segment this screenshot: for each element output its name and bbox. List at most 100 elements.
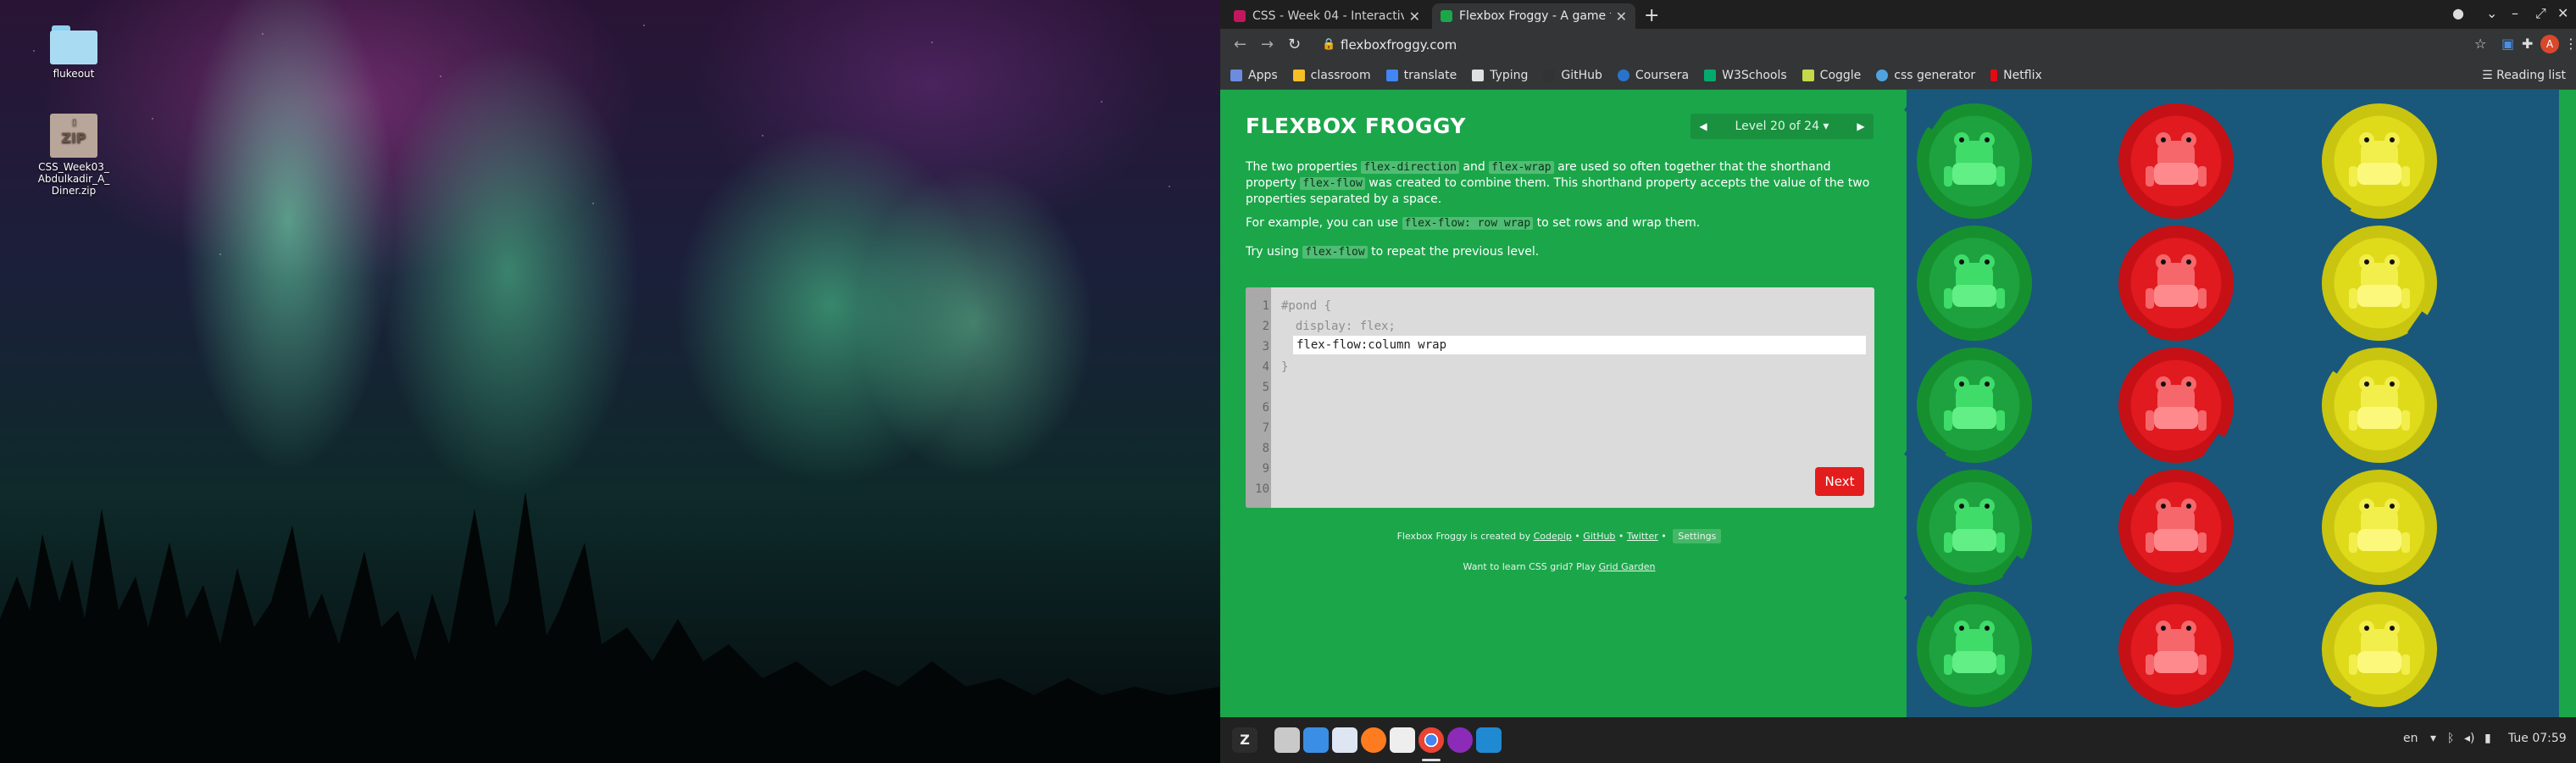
bookmark-coggle[interactable]: Coggle [1802, 69, 1861, 82]
desktop-icon-label: CSS_Week03_Abdulkadir_A_Diner.zip [37, 161, 110, 197]
tab-search-icon[interactable]: ⌄ [2486, 5, 2497, 21]
w3schools-icon [1704, 69, 1717, 81]
extensions-icon[interactable]: ✚ [2522, 36, 2533, 52]
bookmark-apps[interactable]: Apps [1230, 69, 1278, 82]
frog-yellow-icon [2349, 376, 2410, 432]
files-icon[interactable] [1274, 727, 1300, 753]
promo-text: Want to learn CSS grid? Play [1463, 561, 1599, 572]
forward-icon[interactable]: → [1261, 36, 1274, 53]
keyboard-language[interactable]: en [2403, 732, 2418, 745]
desktop-file-zip[interactable]: ▯ ZIP CSS_Week03_Abdulkadir_A_Diner.zip [36, 114, 112, 197]
prev-level-icon[interactable]: ◀ [1690, 120, 1716, 132]
bookmark-netflix[interactable]: Netflix [1990, 69, 2042, 82]
lilypad-green [1904, 89, 2032, 219]
bookmark-css-generator[interactable]: css generator [1876, 69, 1975, 82]
next-button[interactable]: Next [1815, 467, 1864, 496]
github-link[interactable]: GitHub [1583, 531, 1615, 542]
next-level-icon[interactable]: ▶ [1848, 120, 1874, 132]
frog-green-icon [1944, 254, 2005, 310]
lilypad-red [2118, 577, 2246, 707]
frog-green-icon [1944, 498, 2005, 554]
battery-icon[interactable]: ▮ [2484, 732, 2491, 745]
settings-button[interactable]: Settings [1673, 529, 1722, 543]
bookmark-coursera[interactable]: Coursera [1617, 68, 1690, 82]
line-number: 1 [1262, 299, 1269, 313]
wifi-icon[interactable]: ▾ [2430, 732, 2436, 745]
lilypad-notch [2407, 311, 2450, 352]
twitter-link[interactable]: Twitter [1627, 531, 1658, 542]
bookmark-w3schools[interactable]: W3Schools [1704, 69, 1787, 82]
lilypad-green [1904, 577, 2032, 707]
reading-list[interactable]: ☰ Reading list [2482, 69, 2566, 82]
bookmarks-bar: Apps classroom translate Typing GitHub C… [1220, 61, 2576, 90]
screenshot-icon[interactable] [1303, 727, 1329, 753]
code-flex-direction: flex-direction [1361, 161, 1459, 174]
css-answer-input[interactable] [1293, 336, 1866, 354]
flexbox-froggy-logo: FLEXBOX FROGGY [1246, 114, 1466, 138]
desktop-folder-flukeout[interactable]: flukeout [36, 25, 112, 80]
tab-flexbox-froggy[interactable]: Flexbox Froggy - A game for ✕ [1432, 3, 1635, 29]
translate-icon [1385, 69, 1398, 81]
bookmark-translate[interactable]: translate [1385, 68, 1457, 82]
lilypad-notch [2002, 555, 2045, 596]
lilypad-notch [1904, 577, 1946, 618]
app-launcher-icon[interactable]: Z [1232, 727, 1257, 753]
bookmark-label: Coursera [1635, 68, 1690, 82]
clock[interactable]: Tue 07:59 [2508, 732, 2567, 745]
tab-bar: CSS - Week 04 - Interactive ✕ Flexbox Fr… [1220, 0, 2576, 29]
frog-green-icon [1944, 621, 2005, 677]
address-bar[interactable]: 🔒 flexboxfroggy.com [1313, 33, 2440, 57]
codepip-link[interactable]: Codepip [1534, 531, 1572, 542]
bookmark-star-icon[interactable]: ☆ [2474, 36, 2486, 52]
bookmark-classroom[interactable]: classroom [1292, 69, 1371, 82]
apps-grid-icon [1230, 69, 1242, 81]
back-icon[interactable]: ← [1234, 36, 1246, 53]
bookmark-github[interactable]: GitHub [1543, 69, 1602, 82]
frog-red-icon [2146, 376, 2207, 432]
menu-kebab-icon[interactable]: ⋮ [2564, 36, 2576, 52]
level-indicator[interactable]: Level 20 of 24 ▾ [1716, 120, 1848, 133]
slack-icon[interactable] [1390, 727, 1415, 753]
bookmark-typing[interactable]: Typing [1472, 69, 1528, 82]
profile-avatar[interactable]: A [2540, 35, 2559, 53]
classroom-icon [1292, 69, 1305, 81]
folder-icon [50, 25, 97, 64]
close-tab-icon[interactable]: ✕ [1409, 8, 1420, 25]
code-flex-flow: flex-flow [1300, 177, 1365, 190]
lilypad-yellow [2309, 103, 2437, 230]
bookmark-label: GitHub [1561, 68, 1602, 82]
css-editor: 1 2 3 4 5 6 7 8 9 10 #pond { display: fl… [1246, 287, 1874, 508]
media-icon[interactable]: ● [2452, 5, 2464, 21]
page-right-strip [2559, 90, 2576, 717]
firefox-icon[interactable] [1361, 727, 1386, 753]
maximize-icon[interactable]: ⤢ [2535, 5, 2546, 22]
lilypad-notch [2002, 211, 2045, 252]
lilypad-yellow [2322, 226, 2450, 352]
bluetooth-icon[interactable]: ᛒ [2447, 732, 2454, 745]
volume-icon[interactable]: ◂) [2464, 732, 2475, 745]
close-window-icon[interactable]: ✕ [2557, 5, 2568, 21]
instruction-paragraph-1: The two properties flex-direction and fl… [1246, 160, 1870, 206]
line-number: 6 [1262, 401, 1269, 415]
bookmark-label: Netflix [2003, 68, 2042, 82]
chrome-icon[interactable] [1418, 727, 1444, 753]
grid-garden-link[interactable]: Grid Garden [1599, 561, 1656, 572]
translate-extension-icon[interactable]: ▣ [2501, 36, 2514, 52]
frog-red-icon [2146, 621, 2207, 677]
firefox-dev-icon[interactable] [1447, 727, 1473, 753]
reload-icon[interactable]: ↻ [1288, 36, 1301, 53]
bookmark-label: Apps [1248, 68, 1278, 82]
minimize-icon[interactable]: – [2512, 5, 2518, 21]
coggle-icon [1802, 69, 1814, 81]
instruction-paragraph-3: Try using flex-flow to repeat the previo… [1246, 245, 1540, 259]
new-tab-icon[interactable]: + [1644, 5, 1659, 26]
text-editor-icon[interactable] [1332, 727, 1357, 753]
tree-silhouettes [0, 492, 1220, 763]
lilypad-notch [2309, 333, 2351, 374]
vscode-icon[interactable] [1476, 727, 1502, 753]
tab-css-week04[interactable]: CSS - Week 04 - Interactive ✕ [1225, 3, 1429, 29]
code-line-display: display: flex; [1281, 320, 1396, 333]
close-tab-icon[interactable]: ✕ [1616, 8, 1627, 25]
lilypad-green [1904, 348, 2032, 474]
bookmark-label: translate [1403, 68, 1457, 82]
